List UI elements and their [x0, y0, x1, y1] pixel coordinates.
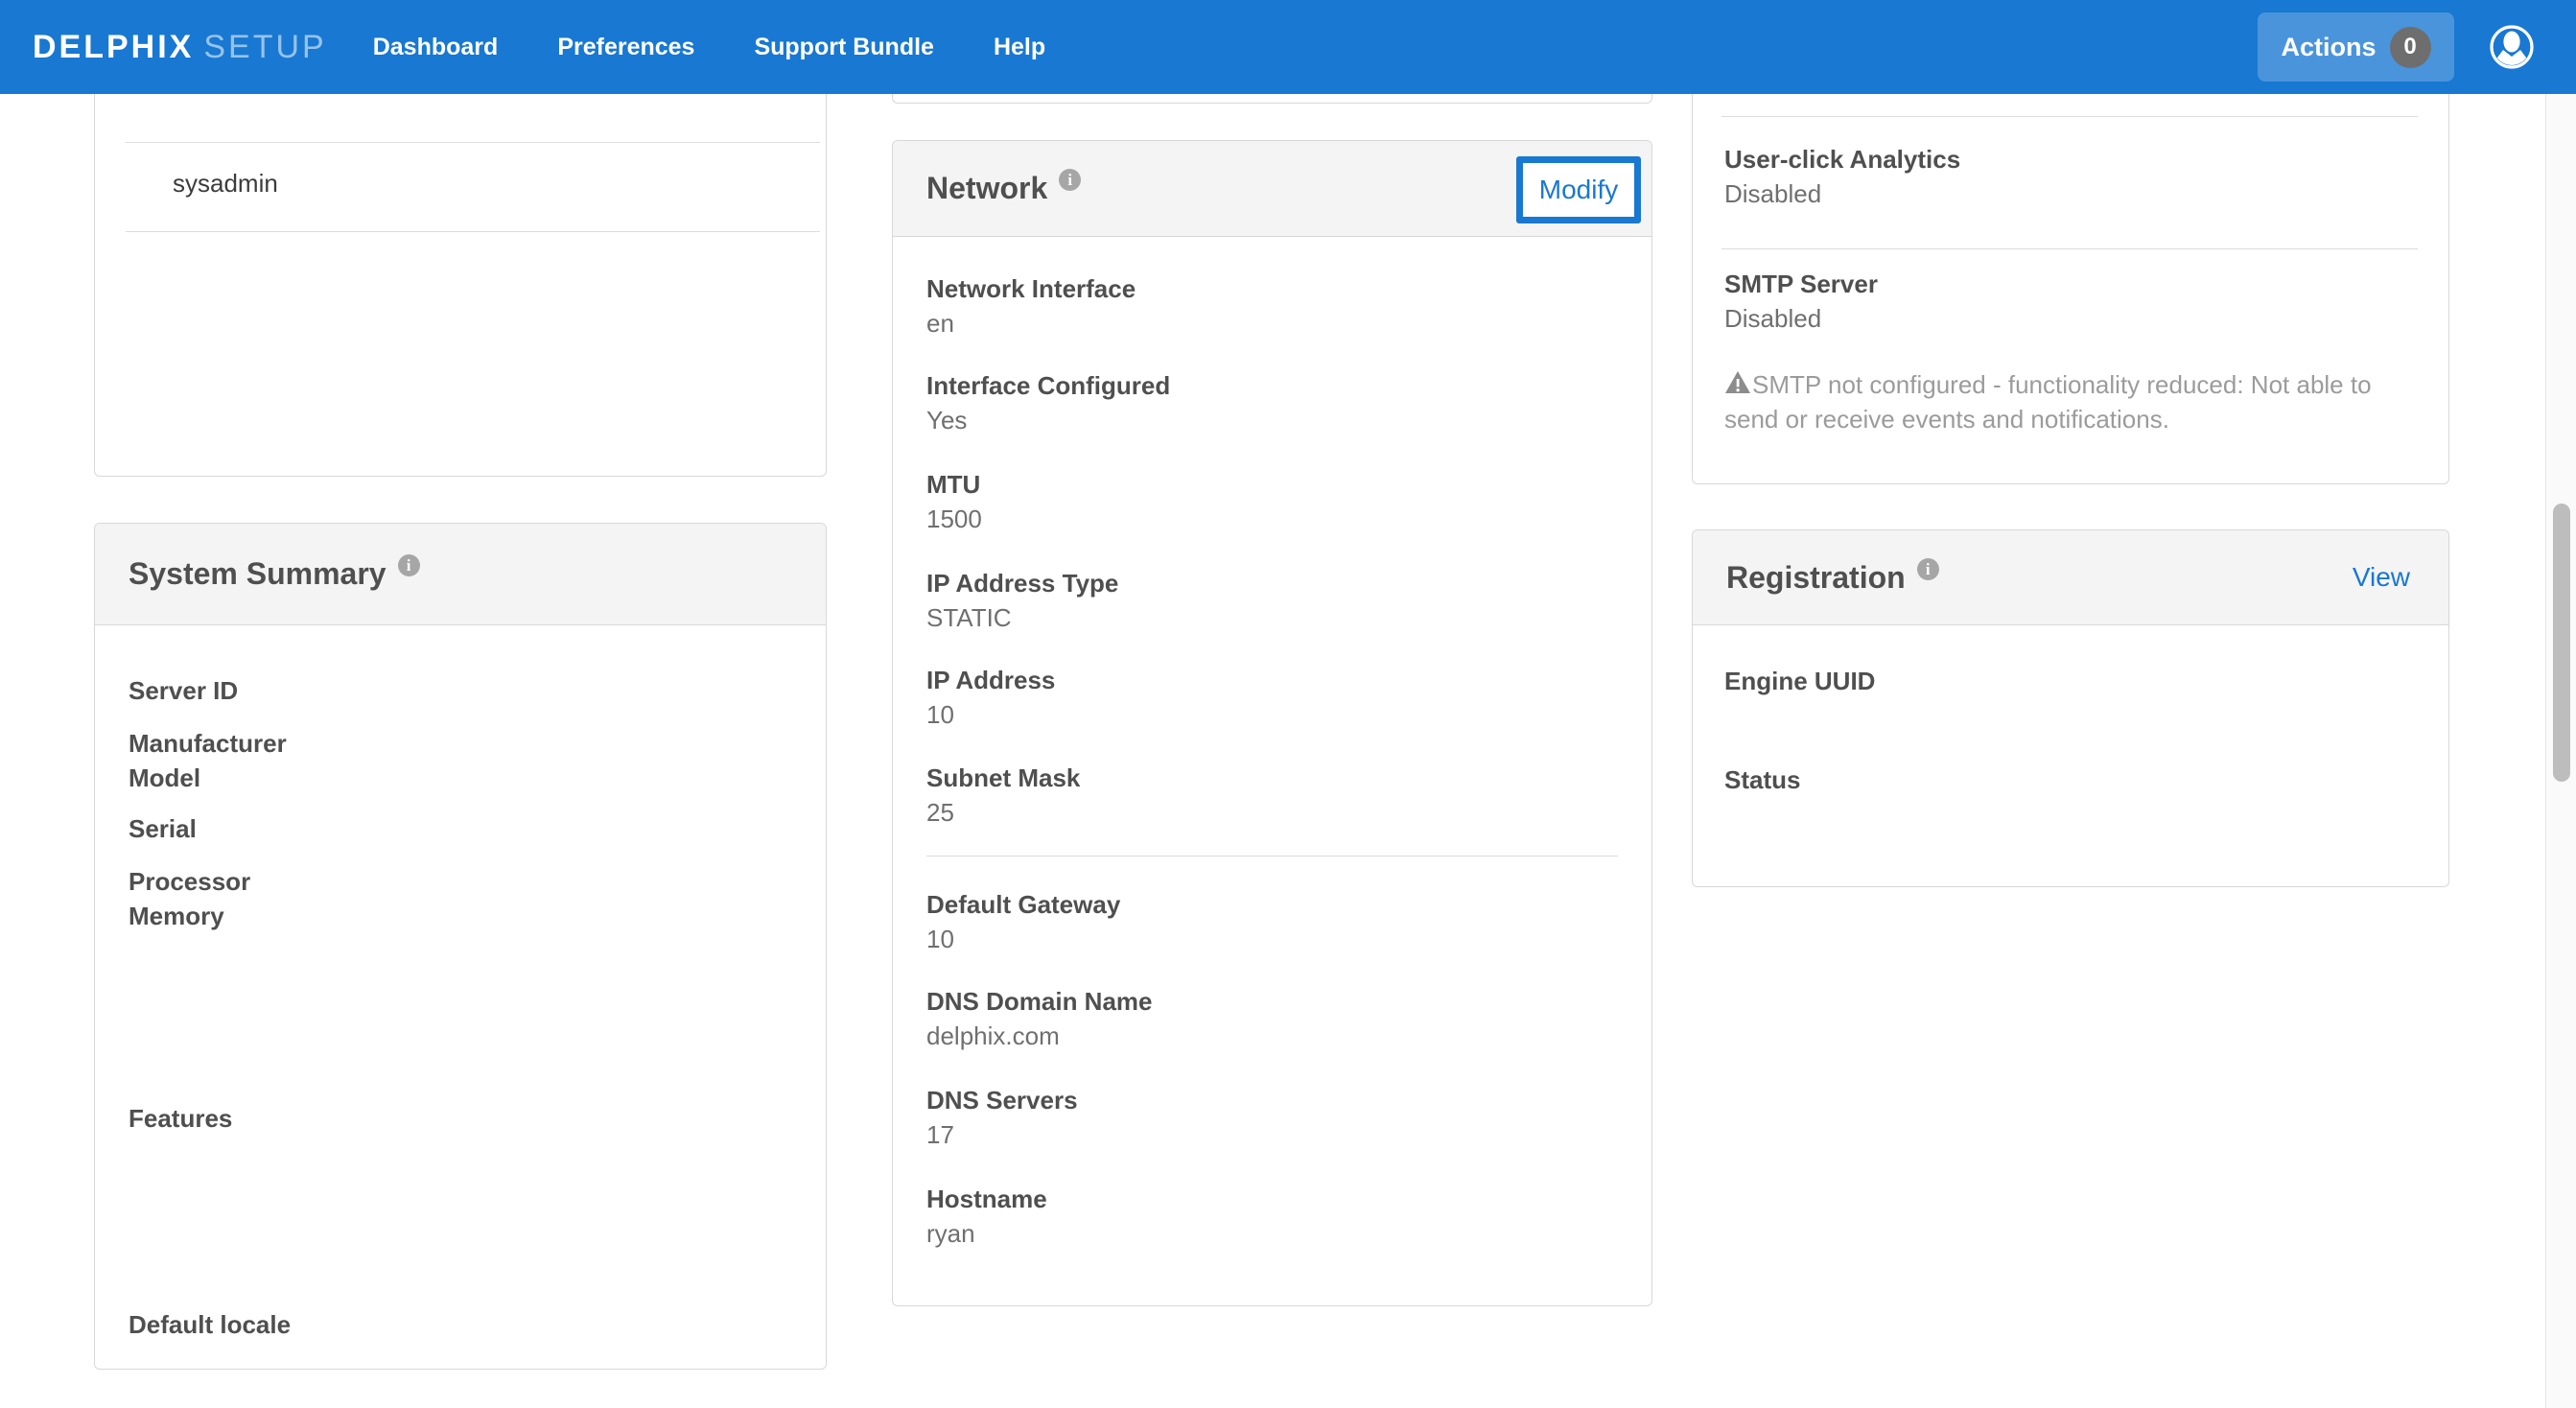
registration-card: Registration i View Engine UUID Status: [1692, 529, 2449, 887]
field-serial: Serial: [129, 811, 792, 846]
user-list-item[interactable]: sysadmin: [173, 166, 278, 200]
network-card: Network i Modify Network Interface en In…: [892, 140, 1652, 1306]
system-status-card: User-click Analytics Disabled SMTP Serve…: [1692, 48, 2449, 484]
system-summary-card: System Summary i Server ID Manufacturer …: [94, 523, 827, 1370]
top-nav: DELPHIX SETUP Dashboard Preferences Supp…: [0, 0, 2576, 94]
field-hostname: Hostname ryan: [926, 1182, 1618, 1251]
user-menu-button[interactable]: [2490, 25, 2534, 69]
field-default-gateway: Default Gateway 10: [926, 887, 1618, 956]
field-server-id: Server ID: [129, 673, 792, 708]
field-processor: Processor: [129, 864, 792, 899]
smtp-warning: SMTP not configured - functionality redu…: [1724, 367, 2422, 436]
field-default-locale: Default locale: [129, 1307, 792, 1342]
system-summary-header: System Summary i: [95, 524, 826, 625]
view-link[interactable]: View: [2353, 562, 2410, 593]
info-icon[interactable]: i: [1917, 558, 1939, 580]
user-avatar-icon: [2490, 25, 2534, 69]
field-ip-address: IP Address 10: [926, 663, 1618, 732]
vertical-scrollbar-track[interactable]: [2545, 94, 2576, 1408]
card-title: Network: [926, 171, 1047, 206]
smtp-warning-text: SMTP not configured - functionality redu…: [1724, 370, 2372, 434]
nav-item-dashboard[interactable]: Dashboard: [373, 34, 499, 61]
info-icon[interactable]: i: [398, 554, 420, 576]
vertical-scrollbar-thumb[interactable]: [2553, 504, 2570, 782]
warning-icon: [1724, 370, 1751, 395]
registration-header: Registration i View: [1693, 530, 2448, 625]
nav-menu: Dashboard Preferences Support Bundle Hel…: [373, 34, 1045, 61]
actions-button-label: Actions: [2281, 33, 2376, 62]
nav-item-help[interactable]: Help: [994, 34, 1045, 61]
divider: [1721, 116, 2418, 117]
nav-item-support-bundle[interactable]: Support Bundle: [754, 34, 933, 61]
field-interface-configured: Interface Configured Yes: [926, 368, 1618, 437]
delphix-setup-page: DELPHIX SETUP Dashboard Preferences Supp…: [0, 0, 2576, 1408]
field-user-click-analytics: User-click Analytics Disabled: [1724, 142, 2417, 211]
nav-item-preferences[interactable]: Preferences: [557, 34, 694, 61]
divider: [126, 231, 820, 232]
info-icon[interactable]: i: [1059, 169, 1081, 191]
field-manufacturer: Manufacturer: [129, 726, 792, 761]
modify-button[interactable]: Modify: [1516, 156, 1641, 223]
field-model: Model: [129, 761, 792, 795]
card-title: System Summary: [129, 556, 386, 592]
field-status: Status: [1724, 763, 2417, 832]
field-engine-uuid: Engine UUID: [1724, 664, 2417, 733]
network-header: Network i Modify: [893, 141, 1651, 237]
field-dns-servers: DNS Servers 17: [926, 1083, 1618, 1152]
brand-subtitle: SETUP: [203, 29, 326, 66]
field-subnet-mask: Subnet Mask 25: [926, 761, 1618, 830]
brand-logo: DELPHIX SETUP: [33, 29, 327, 66]
divider: [926, 856, 1618, 857]
divider: [126, 142, 820, 143]
field-ip-address-type: IP Address Type STATIC: [926, 566, 1618, 635]
field-dns-domain-name: DNS Domain Name delphix.com: [926, 984, 1618, 1053]
actions-count-badge: 0: [2390, 27, 2431, 68]
field-smtp-server: SMTP Server Disabled: [1724, 267, 2417, 336]
divider: [1721, 248, 2418, 249]
card-title: Registration: [1726, 560, 1906, 596]
users-card: sysadmin: [94, 48, 827, 477]
field-features: Features: [129, 1101, 792, 1136]
brand-name: DELPHIX: [33, 29, 194, 66]
field-mtu: MTU 1500: [926, 467, 1618, 536]
actions-button[interactable]: Actions 0: [2258, 12, 2454, 82]
field-network-interface: Network Interface en: [926, 271, 1618, 340]
field-memory: Memory: [129, 899, 792, 933]
